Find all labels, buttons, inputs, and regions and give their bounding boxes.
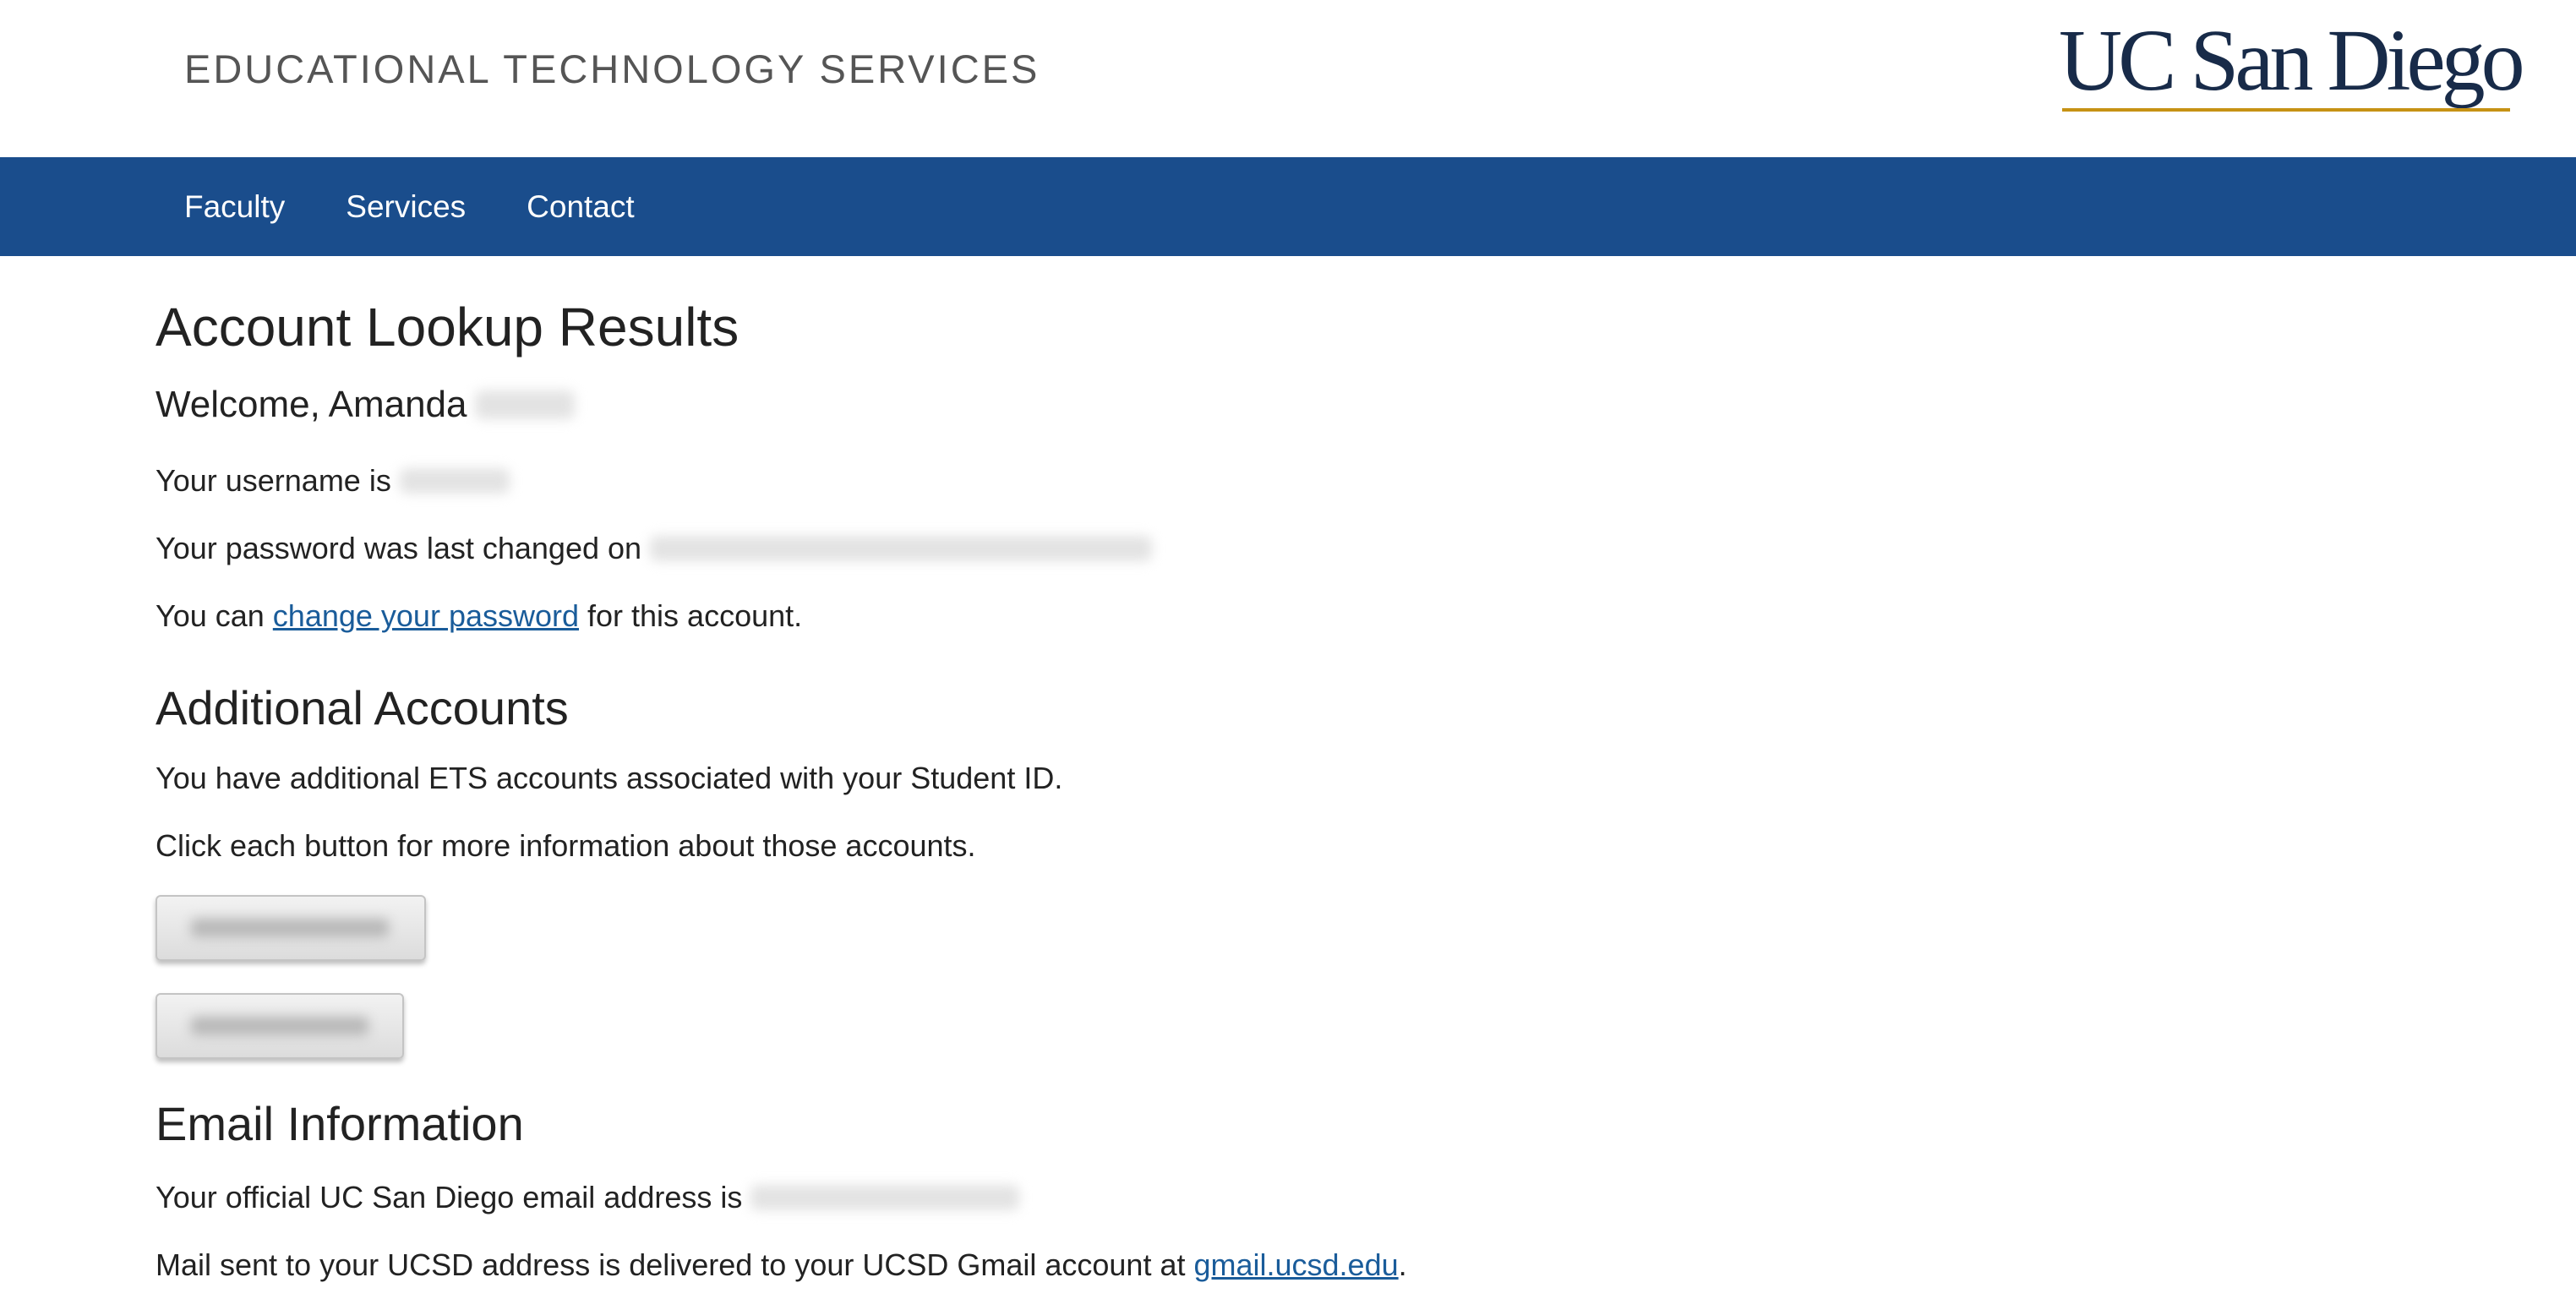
password-line: Your password was last changed on (156, 530, 2576, 567)
redacted-email-address (750, 1185, 1020, 1210)
logo-underline (2062, 108, 2510, 112)
change-prefix: You can (156, 598, 265, 633)
additional-account-button-1[interactable] (156, 895, 426, 961)
password-label: Your password was last changed on (156, 531, 642, 565)
gmail-suffix: . (1398, 1247, 1407, 1282)
redacted-password-date (650, 536, 1153, 561)
username-label: Your username is (156, 463, 391, 498)
welcome-text: Welcome, Amanda (156, 384, 467, 425)
nav-faculty[interactable]: Faculty (184, 189, 285, 225)
gmail-link[interactable]: gmail.ucsd.edu (1193, 1247, 1398, 1284)
redacted-account-label-1 (191, 919, 389, 937)
redacted-account-label-2 (191, 1017, 368, 1035)
official-email-label: Your official UC San Diego email address… (156, 1180, 743, 1214)
change-password-line: You can change your password for this ac… (156, 598, 2576, 635)
additional-line-2: Click each button for more information a… (156, 828, 976, 863)
main-nav: Faculty Services Contact (0, 157, 2576, 256)
site-header: EDUCATIONAL TECHNOLOGY SERVICES UC San D… (0, 0, 2576, 157)
main-content: Account Lookup Results Welcome, Amanda Y… (0, 256, 2576, 1284)
welcome-line: Welcome, Amanda (156, 381, 2576, 428)
username-line: Your username is (156, 462, 2576, 499)
change-password-link[interactable]: change your password (273, 598, 579, 635)
page-title: Account Lookup Results (156, 297, 740, 357)
logo-text: UC San Diego (2059, 12, 2525, 109)
redacted-username (399, 468, 510, 494)
additional-line-1: You have additional ETS accounts associa… (156, 761, 1063, 795)
additional-accounts-heading: Additional Accounts (156, 681, 569, 734)
gmail-label: Mail sent to your UCSD address is delive… (156, 1247, 1186, 1282)
email-information-heading: Email Information (156, 1097, 524, 1150)
official-email-line: Your official UC San Diego email address… (156, 1179, 2576, 1216)
redacted-surname (475, 390, 576, 419)
uc-san-diego-logo[interactable]: UC San Diego (2059, 12, 2525, 112)
nav-services[interactable]: Services (346, 189, 466, 225)
site-title: EDUCATIONAL TECHNOLOGY SERVICES (184, 46, 1040, 91)
nav-contact[interactable]: Contact (527, 189, 635, 225)
change-suffix: for this account. (587, 598, 803, 633)
additional-account-button-2[interactable] (156, 993, 404, 1059)
gmail-line: Mail sent to your UCSD address is delive… (156, 1247, 2576, 1284)
